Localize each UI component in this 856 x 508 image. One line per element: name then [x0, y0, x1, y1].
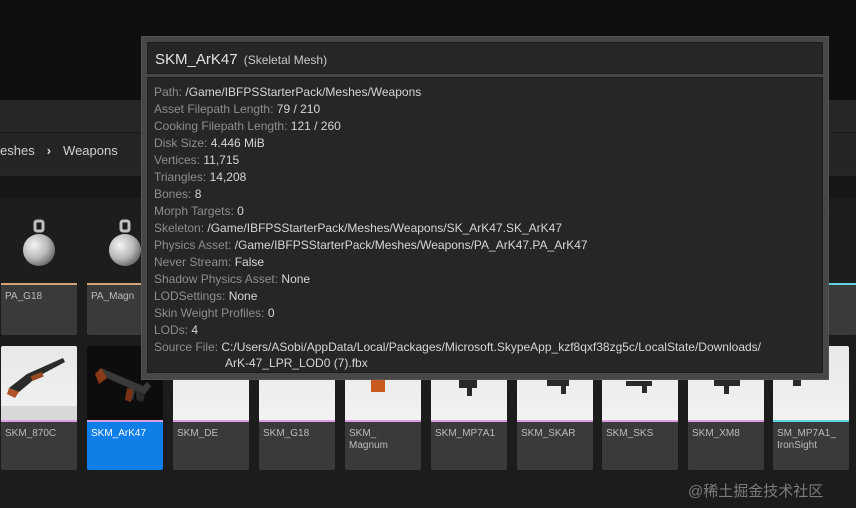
breadcrumb-item-meshes[interactable]: eshes — [0, 143, 35, 158]
tooltip-row-physics-asset: Physics Asset: /Game/IBFPSStarterPack/Me… — [154, 238, 588, 252]
asset-label: SKM_G18 — [263, 428, 310, 439]
asset-thumbnail — [1, 346, 77, 420]
asset-label: PA_G18 — [5, 291, 43, 302]
asset-label: SKM_SKAR — [521, 428, 576, 439]
asset-label: SKM_XM8 — [692, 428, 740, 439]
tooltip-row-lods: LODs: 4 — [154, 323, 199, 337]
asset-label: SKM_SKS — [606, 428, 654, 439]
shotgun-icon — [1, 358, 77, 420]
watermark: @稀土掘金技术社区 — [688, 483, 824, 500]
tooltip-row-skin-weight-profiles: Skin Weight Profiles: 0 — [154, 306, 275, 320]
tooltip-body: Path: /Game/IBFPSStarterPack/Meshes/Weap… — [147, 77, 823, 373]
chevron-right-icon: › — [46, 142, 52, 158]
asset-label: SKM_DE — [177, 428, 219, 439]
asset-tile-pa-g18[interactable]: PA_G18 — [1, 209, 77, 335]
asset-tile-skm-870c[interactable]: SKM_870C — [1, 346, 77, 470]
asset-type-strip — [431, 420, 507, 422]
breadcrumb-item-weapons[interactable]: Weapons — [63, 143, 118, 158]
physics-asset-icon — [23, 219, 55, 266]
asset-thumbnail — [829, 209, 856, 283]
asset-type-strip — [87, 420, 163, 422]
tooltip-row-disk-size: Disk Size: 4.446 MiB — [154, 136, 265, 150]
tooltip-row-morph-targets: Morph Targets: 0 — [154, 204, 244, 218]
tooltip-row-path: Path: /Game/IBFPSStarterPack/Meshes/Weap… — [154, 85, 422, 99]
asset-label: SKM_MP7A1 — [435, 428, 496, 439]
tooltip-title: SKM_ArK47 (Skeletal Mesh) — [155, 51, 327, 68]
asset-label: SKM_ArK47 — [91, 428, 147, 439]
asset-type-strip — [259, 420, 335, 422]
asset-type-strip — [517, 420, 593, 422]
tooltip-row-cooking-filepath-length: Cooking Filepath Length: 121 / 260 — [154, 119, 341, 133]
asset-type-strip — [1, 420, 77, 422]
asset-tile-partial[interactable] — [829, 209, 856, 335]
asset-label: SKM_ Magnum — [349, 428, 388, 451]
tooltip-header: SKM_ArK47 (Skeletal Mesh) — [147, 42, 823, 74]
tooltip-row-bones: Bones: 8 — [154, 187, 202, 201]
asset-type-strip — [829, 283, 856, 285]
asset-type-strip — [602, 420, 678, 422]
asset-type-strip — [1, 283, 77, 285]
asset-label: SKM_870C — [5, 428, 57, 439]
asset-thumbnail — [1, 209, 77, 283]
asset-tooltip: SKM_ArK47 (Skeletal Mesh) Path: /Game/IB… — [141, 36, 829, 380]
asset-type-strip — [688, 420, 764, 422]
asset-name: SKM_ArK47 — [155, 51, 238, 68]
asset-label: SM_MP7A1_ IronSight — [777, 428, 836, 451]
asset-type: (Skeletal Mesh) — [243, 53, 328, 67]
asset-type-strip — [345, 420, 421, 422]
tooltip-row-source-file: Source File: C:/Users/ASobi/AppData/Loca… — [154, 340, 761, 354]
breadcrumb: eshes › Weapons — [0, 142, 118, 158]
tooltip-row-vertices: Vertices: 11,715 — [154, 153, 240, 167]
tooltip-row-shadow-physics-asset: Shadow Physics Asset: None — [154, 272, 311, 286]
tooltip-row-lodsettings: LODSettings: None — [154, 289, 258, 303]
tooltip-row-skeleton: Skeleton: /Game/IBFPSStarterPack/Meshes/… — [154, 221, 562, 235]
tooltip-row-never-stream: Never Stream: False — [154, 255, 265, 269]
tooltip-source-file-continuation: ArK-47_LPR_LOD0 (7).fbx — [225, 356, 368, 370]
tooltip-row-triangles: Triangles: 14,208 — [154, 170, 247, 184]
asset-type-strip — [173, 420, 249, 422]
tooltip-row-asset-filepath-length: Asset Filepath Length: 79 / 210 — [154, 102, 321, 116]
asset-type-strip — [773, 420, 849, 422]
